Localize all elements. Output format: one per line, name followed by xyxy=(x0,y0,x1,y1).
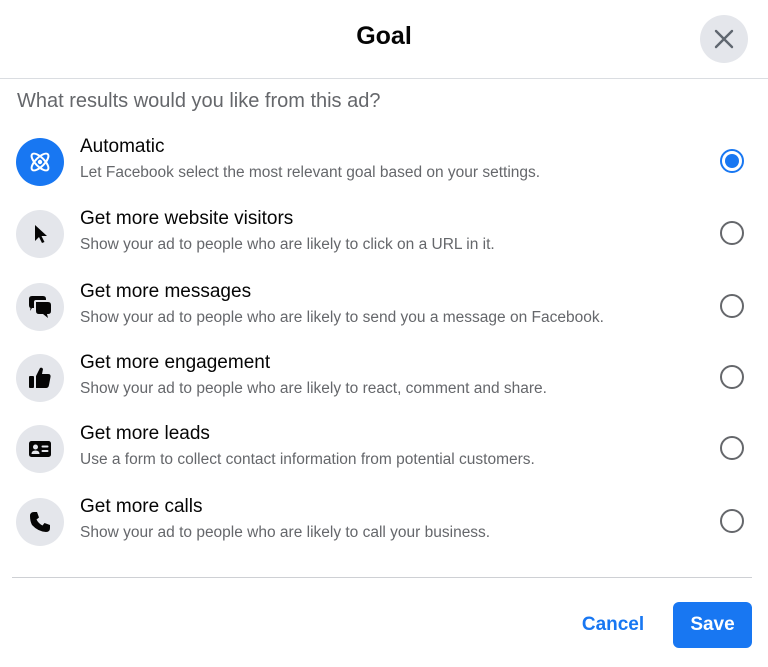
goal-question: What results would you like from this ad… xyxy=(17,90,381,112)
option-website-visitors[interactable]: Get more website visitors Show your ad t… xyxy=(0,208,768,272)
option-calls[interactable]: Get more calls Show your ad to people wh… xyxy=(0,496,768,560)
footer-divider xyxy=(12,577,752,578)
contact-card-icon xyxy=(29,441,51,457)
option-description: Show your ad to people who are likely to… xyxy=(80,380,547,397)
atom-icon xyxy=(30,152,50,172)
option-icon-container xyxy=(16,210,64,258)
option-description: Show your ad to people who are likely to… xyxy=(80,309,604,326)
option-leads[interactable]: Get more leads Use a form to collect con… xyxy=(0,423,768,487)
option-description: Let Facebook select the most relevant go… xyxy=(80,164,541,181)
dialog-header: Goal xyxy=(0,0,768,79)
radio-engagement[interactable] xyxy=(720,365,744,389)
option-icon-container xyxy=(16,283,64,331)
option-icon-container xyxy=(16,425,64,473)
option-title: Get more messages xyxy=(80,281,252,302)
option-title: Get more engagement xyxy=(80,352,271,373)
option-messages[interactable]: Get more messages Show your ad to people… xyxy=(0,281,768,345)
radio-messages[interactable] xyxy=(720,294,744,318)
radio-automatic[interactable] xyxy=(720,149,744,173)
close-button[interactable] xyxy=(700,15,748,63)
option-title: Get more website visitors xyxy=(80,208,294,229)
dialog-title: Goal xyxy=(356,22,412,50)
cursor-icon xyxy=(35,225,47,243)
thumbs-up-icon xyxy=(29,367,51,388)
close-icon xyxy=(714,29,734,49)
cancel-button[interactable]: Cancel xyxy=(568,602,658,648)
save-button[interactable]: Save xyxy=(673,602,752,648)
option-description: Show your ad to people who are likely to… xyxy=(80,236,495,253)
option-title: Get more calls xyxy=(80,496,203,517)
option-title: Automatic xyxy=(80,136,165,157)
radio-website-visitors[interactable] xyxy=(720,221,744,245)
option-icon-container xyxy=(16,498,64,546)
option-icon-container xyxy=(16,138,64,186)
chat-bubbles-icon xyxy=(29,296,51,318)
radio-leads[interactable] xyxy=(720,436,744,460)
option-description: Use a form to collect contact informatio… xyxy=(80,451,535,468)
option-engagement[interactable]: Get more engagement Show your ad to peop… xyxy=(0,352,768,416)
goal-dialog: Goal What results would you like from th… xyxy=(0,0,768,667)
radio-calls[interactable] xyxy=(720,509,744,533)
option-title: Get more leads xyxy=(80,423,210,444)
option-automatic[interactable]: Automatic Let Facebook select the most r… xyxy=(0,136,768,200)
option-icon-container xyxy=(16,354,64,402)
option-description: Show your ad to people who are likely to… xyxy=(80,524,491,541)
phone-icon xyxy=(30,512,50,532)
